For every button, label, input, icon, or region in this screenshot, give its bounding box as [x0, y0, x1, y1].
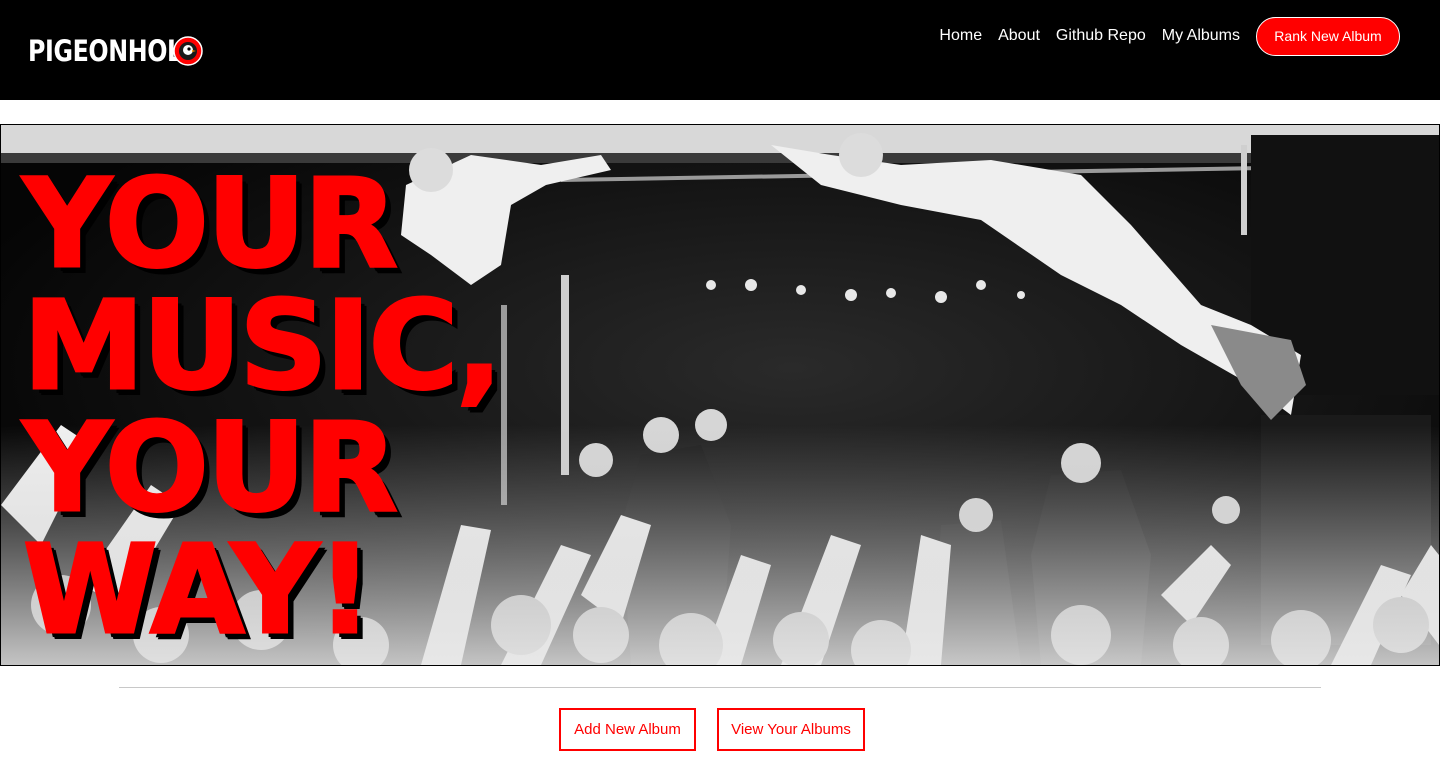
nav-about[interactable]: About: [998, 27, 1040, 45]
headline-line-4: WAY!: [22, 519, 375, 661]
pigeon-record-icon: [173, 36, 203, 66]
add-new-album-button[interactable]: Add New Album: [559, 708, 696, 751]
rank-new-album-button[interactable]: Rank New Album: [1256, 16, 1400, 56]
nav-github-repo[interactable]: Github Repo: [1056, 27, 1146, 45]
action-buttons: Add New Album View Your Albums: [559, 708, 865, 751]
headline-line-2: MUSIC,: [22, 275, 505, 417]
hero-banner: YOUR MUSIC, YOUR WAY!: [0, 124, 1440, 666]
navbar: PIGEONHOLE Home About Github Repo My Alb…: [0, 0, 1440, 100]
hero-headline: YOUR MUSIC, YOUR WAY!: [22, 153, 505, 661]
nav-home[interactable]: Home: [939, 27, 982, 45]
view-your-albums-button[interactable]: View Your Albums: [717, 708, 865, 751]
headline-line-3: YOUR: [22, 397, 400, 539]
logo[interactable]: PIGEONHOLE: [28, 34, 203, 68]
headline-line-1: YOUR: [22, 153, 400, 295]
nav-links: Home About Github Repo My Albums Rank Ne…: [923, 16, 1400, 56]
logo-text: PIGEONHOLE: [28, 34, 198, 68]
divider: [119, 687, 1321, 688]
nav-my-albums[interactable]: My Albums: [1162, 27, 1240, 45]
